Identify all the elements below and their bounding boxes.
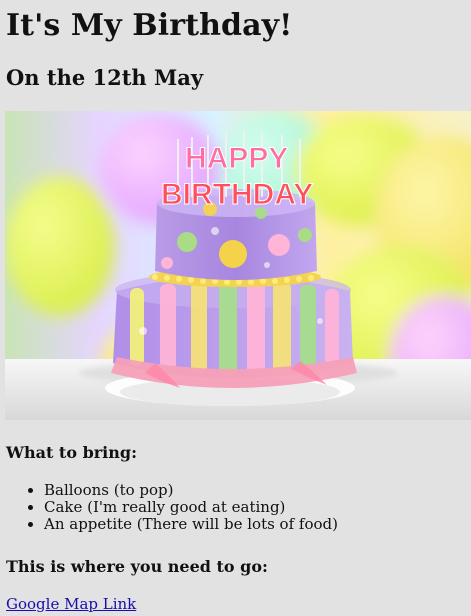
page: It's My Birthday! On the 12th May HAPPY …: [0, 0, 471, 616]
birthday-cake-illustration: HAPPY BIRTHDAY: [5, 111, 471, 420]
page-subtitle: On the 12th May: [6, 65, 204, 90]
location-heading: This is where you need to go:: [6, 557, 268, 576]
list-item: Balloons (to pop): [44, 482, 338, 499]
list-item: Cake (I'm really good at eating): [44, 499, 338, 516]
candle-text-bottom: BIRTHDAY: [161, 178, 313, 211]
what-to-bring-heading: What to bring:: [6, 443, 137, 462]
list-item: An appetite (There will be lots of food): [44, 516, 338, 533]
page-title: It's My Birthday!: [6, 8, 293, 43]
candle-text-top: HAPPY: [185, 142, 288, 175]
what-to-bring-list: Balloons (to pop) Cake (I'm really good …: [0, 482, 338, 533]
birthday-cake-image: HAPPY BIRTHDAY: [5, 111, 471, 420]
google-map-link[interactable]: Google Map Link: [6, 595, 136, 613]
